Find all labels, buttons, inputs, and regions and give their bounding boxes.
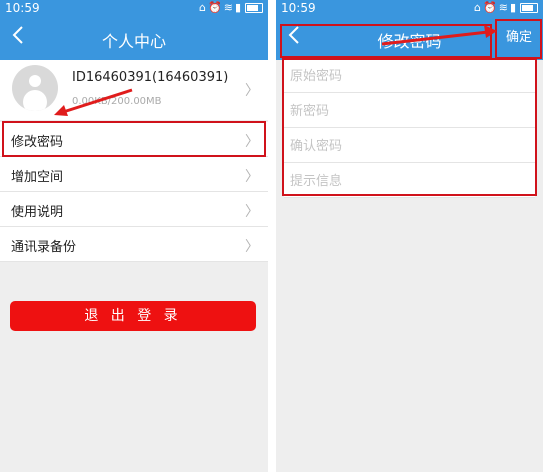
highlight-box-change-password (2, 121, 266, 157)
status-time: 10:59 (5, 1, 40, 15)
user-id: ID16460391(16460391) (72, 70, 229, 85)
wifi-icon: ≋ (223, 1, 235, 14)
status-icons: ⌂⏰≋▮ (199, 1, 263, 14)
battery-icon (245, 3, 263, 13)
storage-usage: 0.00KB/200.00MB (72, 96, 162, 107)
avatar[interactable] (12, 65, 58, 111)
alarm-icon: ⏰ (208, 1, 224, 14)
menu-item-label: 使用说明 (11, 205, 64, 220)
change-password-screen: 10:59 ⌂⏰≋▮ 修改密码 确定 (276, 0, 543, 472)
highlight-box-title (280, 24, 492, 58)
highlight-box-confirm (495, 19, 542, 59)
wifi-icon: ≋ (498, 1, 510, 14)
personal-center-screen: 10:59 ⌂⏰≋▮ 个人中心 ID16460391(16460391) 0.0… (0, 0, 268, 472)
menu-item-instructions[interactable]: 使用说明 〉 (0, 192, 268, 227)
notification-icon: ⌂ (199, 1, 209, 14)
status-icons: ⌂⏰≋▮ (474, 1, 538, 14)
chevron-right-icon: 〉 (245, 239, 259, 255)
status-bar: 10:59 ⌂⏰≋▮ (0, 0, 268, 17)
chevron-right-icon: 〉 (245, 83, 259, 99)
logout-button[interactable]: 退 出 登 录 (10, 301, 256, 331)
menu-item-label: 增加空间 (11, 170, 64, 185)
status-bar: 10:59 ⌂⏰≋▮ (276, 0, 543, 17)
highlight-box-form (282, 58, 537, 196)
page-title: 个人中心 (101, 32, 166, 51)
battery-icon (520, 3, 538, 13)
menu-item-add-space[interactable]: 增加空间 〉 (0, 157, 268, 192)
signal-icon: ▮ (509, 1, 518, 14)
notification-icon: ⌂ (474, 1, 484, 14)
menu-item-label: 通讯录备份 (11, 240, 77, 255)
screen-divider (268, 0, 276, 472)
chevron-right-icon: 〉 (245, 204, 259, 220)
status-time: 10:59 (281, 1, 316, 15)
profile-card[interactable]: ID16460391(16460391) 0.00KB/200.00MB 〉 (0, 60, 268, 120)
menu-item-contacts-backup[interactable]: 通讯录备份 〉 (0, 227, 268, 262)
signal-icon: ▮ (234, 1, 243, 14)
chevron-right-icon: 〉 (245, 169, 259, 185)
alarm-icon: ⏰ (483, 1, 499, 14)
header-bar: 个人中心 (0, 17, 268, 60)
